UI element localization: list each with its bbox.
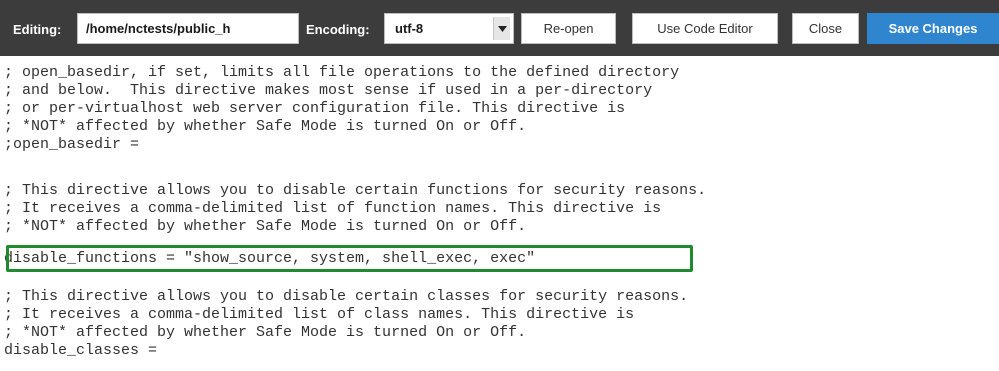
- code-line[interactable]: ; It receives a comma-delimited list of …: [4, 200, 661, 218]
- code-line[interactable]: ; *NOT* affected by whether Safe Mode is…: [4, 218, 526, 236]
- code-line[interactable]: ; and below. This directive makes most s…: [4, 82, 652, 100]
- code-line[interactable]: ; open_basedir, if set, limits all file …: [4, 64, 679, 82]
- encoding-value: utf-8: [395, 21, 424, 36]
- code-line[interactable]: ; *NOT* affected by whether Safe Mode is…: [4, 118, 526, 136]
- highlighted-code-line[interactable]: disable_functions = "show_source, system…: [4, 250, 535, 268]
- code-line[interactable]: ; This directive allows you to disable c…: [4, 182, 706, 200]
- encoding-label: Encoding:: [306, 22, 370, 37]
- encoding-select[interactable]: utf-8: [384, 13, 514, 44]
- reopen-button[interactable]: Re-open: [521, 13, 616, 44]
- use-code-editor-button[interactable]: Use Code Editor: [632, 13, 778, 44]
- editor-toolbar: Editing: /home/nctests/public_h Encoding…: [0, 0, 999, 56]
- chevron-down-icon[interactable]: [493, 17, 510, 40]
- file-path-field[interactable]: /home/nctests/public_h: [77, 13, 299, 44]
- close-button[interactable]: Close: [792, 13, 859, 44]
- code-line[interactable]: ; This directive allows you to disable c…: [4, 288, 688, 306]
- code-line[interactable]: ; or per-virtualhost web server configur…: [4, 100, 625, 118]
- code-editor[interactable]: ; open_basedir, if set, limits all file …: [0, 56, 999, 371]
- code-line[interactable]: disable_classes =: [4, 342, 157, 360]
- editing-label: Editing:: [13, 22, 62, 37]
- save-changes-button[interactable]: Save Changes: [867, 13, 999, 44]
- code-line[interactable]: ; It receives a comma-delimited list of …: [4, 306, 634, 324]
- code-line[interactable]: ; *NOT* affected by whether Safe Mode is…: [4, 324, 526, 342]
- code-line[interactable]: ;open_basedir =: [4, 136, 139, 154]
